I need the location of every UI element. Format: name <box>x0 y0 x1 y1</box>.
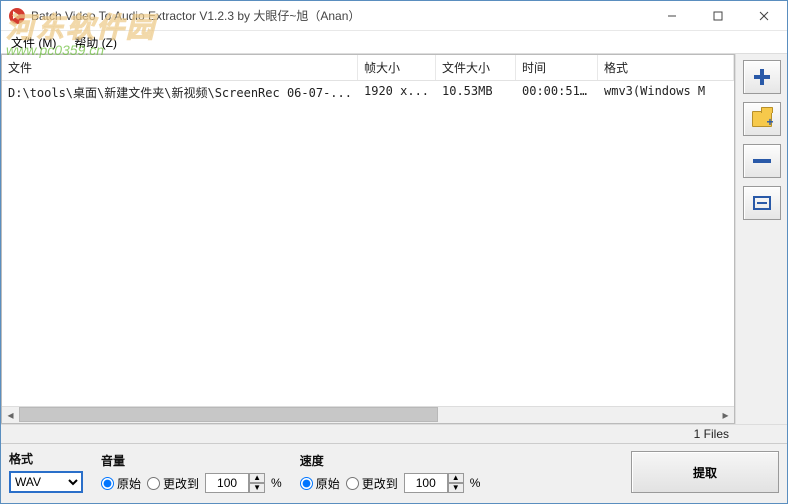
percent-label: % <box>271 476 282 490</box>
spin-down-icon[interactable]: ▼ <box>249 483 265 493</box>
menu-help[interactable]: 帮助 (Z) <box>70 32 121 53</box>
list-body[interactable]: D:\tools\桌面\新建文件夹\新视频\ScreenRec 06-07-..… <box>2 81 734 406</box>
cell-format: wmv3(Windows M <box>598 81 734 104</box>
clear-icon <box>753 196 771 210</box>
speed-group: 速度 原始 更改到 ▲▼ % <box>300 452 481 493</box>
volume-value[interactable] <box>205 473 249 493</box>
speed-value[interactable] <box>404 473 448 493</box>
add-file-button[interactable] <box>743 60 781 94</box>
cell-size: 10.53MB <box>436 81 516 104</box>
list-header: 文件 帧大小 文件大小 时间 格式 <box>2 55 734 81</box>
volume-changeto-radio[interactable]: 更改到 <box>147 475 199 492</box>
extract-button[interactable]: 提取 <box>631 451 779 493</box>
volume-label: 音量 <box>101 452 282 469</box>
window-title: Batch Video To Audio Extractor V1.2.3 by… <box>31 7 649 24</box>
col-format[interactable]: 格式 <box>598 55 734 80</box>
minimize-button[interactable] <box>649 1 695 31</box>
minus-icon <box>753 159 771 163</box>
folder-plus-icon <box>752 111 772 127</box>
add-folder-button[interactable] <box>743 102 781 136</box>
scroll-thumb[interactable] <box>19 407 438 422</box>
horizontal-scrollbar[interactable]: ◂ ▸ <box>2 406 734 423</box>
col-file[interactable]: 文件 <box>2 55 358 80</box>
spin-up-icon[interactable]: ▲ <box>448 473 464 483</box>
scroll-track[interactable] <box>19 407 717 424</box>
menubar: 文件 (M) 帮助 (Z) <box>1 31 787 53</box>
side-toolbar <box>735 54 787 424</box>
cell-file: D:\tools\桌面\新建文件夹\新视频\ScreenRec 06-07-..… <box>2 81 358 104</box>
window-controls <box>649 1 787 31</box>
app-window: Batch Video To Audio Extractor V1.2.3 by… <box>0 0 788 504</box>
col-time[interactable]: 时间 <box>516 55 598 80</box>
format-select[interactable]: WAV <box>9 471 83 493</box>
titlebar: Batch Video To Audio Extractor V1.2.3 by… <box>1 1 787 31</box>
speed-original-radio[interactable]: 原始 <box>300 475 340 492</box>
spin-down-icon[interactable]: ▼ <box>448 483 464 493</box>
col-framesize[interactable]: 帧大小 <box>358 55 436 80</box>
spin-up-icon[interactable]: ▲ <box>249 473 265 483</box>
cell-frame: 1920 x... <box>358 81 436 104</box>
scroll-left-button[interactable]: ◂ <box>2 407 19 424</box>
bottom-panel: 格式 WAV 音量 原始 更改到 ▲▼ % 速度 原始 <box>1 443 787 503</box>
format-group: 格式 WAV <box>9 450 83 493</box>
file-count: 1 Files <box>694 427 729 441</box>
speed-changeto-radio[interactable]: 更改到 <box>346 475 398 492</box>
volume-original-radio[interactable]: 原始 <box>101 475 141 492</box>
app-icon <box>9 8 25 24</box>
status-bar: 1 Files <box>1 425 787 443</box>
file-list: 文件 帧大小 文件大小 时间 格式 D:\tools\桌面\新建文件夹\新视频\… <box>1 54 735 424</box>
format-label: 格式 <box>9 450 83 467</box>
col-filesize[interactable]: 文件大小 <box>436 55 516 80</box>
close-button[interactable] <box>741 1 787 31</box>
maximize-button[interactable] <box>695 1 741 31</box>
plus-icon <box>752 67 772 87</box>
remove-button[interactable] <box>743 144 781 178</box>
work-area: 文件 帧大小 文件大小 时间 格式 D:\tools\桌面\新建文件夹\新视频\… <box>1 53 787 425</box>
cell-time: 00:00:51... <box>516 81 598 104</box>
table-row[interactable]: D:\tools\桌面\新建文件夹\新视频\ScreenRec 06-07-..… <box>2 81 734 104</box>
volume-spinner[interactable]: ▲▼ <box>205 473 265 493</box>
clear-button[interactable] <box>743 186 781 220</box>
volume-group: 音量 原始 更改到 ▲▼ % <box>101 452 282 493</box>
menu-file[interactable]: 文件 (M) <box>7 32 60 53</box>
percent-label: % <box>470 476 481 490</box>
speed-label: 速度 <box>300 452 481 469</box>
speed-spinner[interactable]: ▲▼ <box>404 473 464 493</box>
scroll-right-button[interactable]: ▸ <box>717 407 734 424</box>
